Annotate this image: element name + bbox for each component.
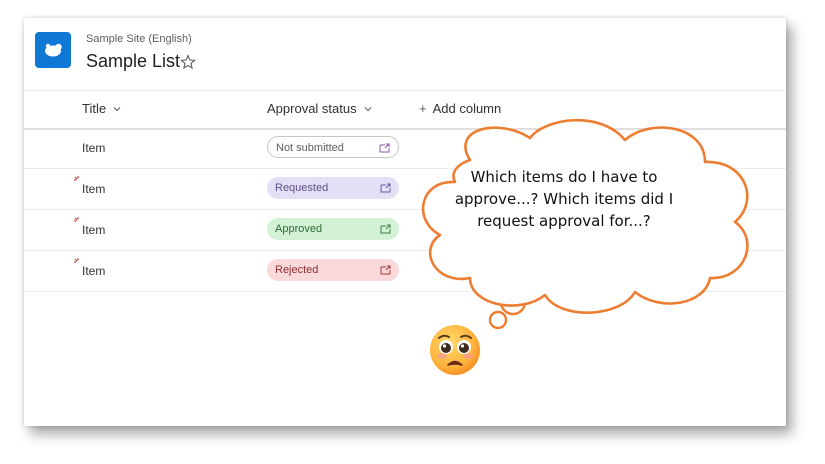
column-header-approval-status[interactable]: Approval status [267,101,373,116]
status-pill-requested[interactable]: Requested [267,177,399,199]
item-title[interactable]: Item [82,182,105,196]
site-header: Sample Site (English) Sample List [24,18,786,90]
star-icon[interactable] [180,54,196,70]
worried-face-icon [430,325,480,375]
add-column-label: Add column [432,101,502,116]
list-title: Sample List [86,51,181,71]
new-item-icon [74,176,79,181]
site-logo-icon[interactable] [35,32,71,68]
new-item-icon [74,258,79,263]
open-details-icon [380,183,391,193]
open-details-icon [379,143,390,153]
item-title[interactable]: Item [82,264,105,278]
chevron-down-icon [113,106,121,111]
list-row[interactable]: Item Not submitted [24,128,786,169]
status-label: Requested [275,182,329,194]
item-title[interactable]: Item [82,141,105,155]
thought-cloud-text: Which items do I have to approve...? Whi… [454,168,674,230]
status-label: Approved [275,223,323,235]
status-label: Not submitted [276,142,344,154]
status-label: Rejected [275,264,319,276]
column-approval-status-label: Approval status [267,101,357,116]
status-pill-approved[interactable]: Approved [267,218,399,240]
column-header-row: Title Approval status + Add column [24,90,786,130]
item-title[interactable]: Item [82,223,105,237]
add-column-button[interactable]: + Add column [419,101,501,116]
site-name[interactable]: Sample Site (English) [86,33,192,45]
open-details-icon [380,224,391,234]
status-pill-not-submitted[interactable]: Not submitted [267,136,399,158]
plus-icon: + [419,101,427,116]
column-title-label: Title [82,101,107,116]
chevron-down-icon [364,106,371,111]
open-details-icon [380,265,391,275]
column-header-title[interactable]: Title [82,101,122,116]
status-pill-rejected[interactable]: Rejected [267,259,399,281]
list-row[interactable]: Item Rejected [24,251,786,292]
new-item-icon [74,217,79,222]
